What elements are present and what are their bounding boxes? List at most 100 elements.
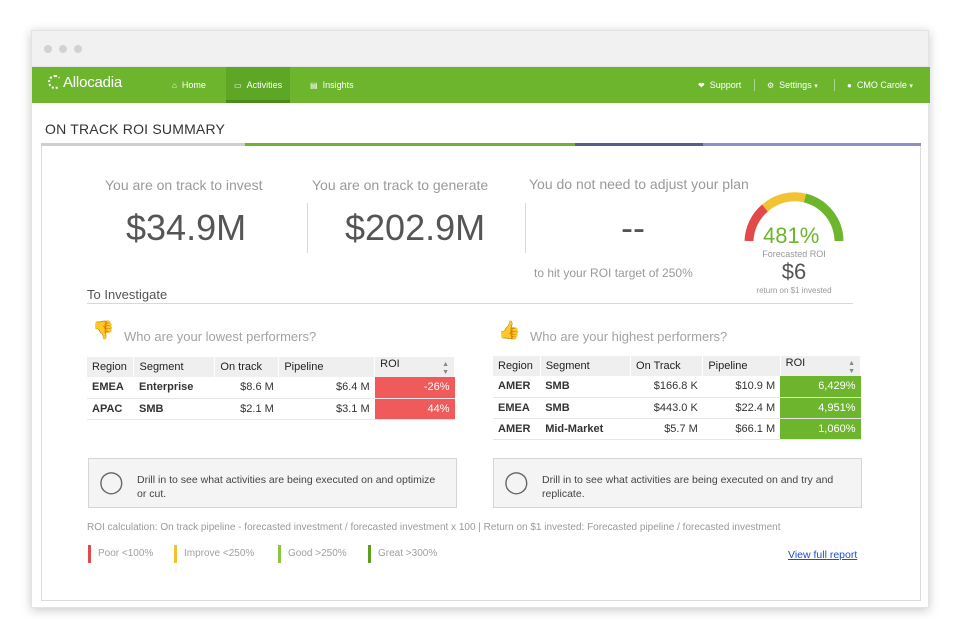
highest-info-box[interactable]: ◯ Drill in to see what activities are be… — [493, 458, 862, 508]
cell-roi: 4,951% — [780, 397, 861, 419]
window-dot — [44, 45, 52, 53]
col-roi[interactable]: ROI ▲ ▼ — [374, 357, 455, 377]
lightbulb-icon: ◯ — [99, 469, 124, 494]
nav-user-menu[interactable]: ● CMO Carole ▾ — [847, 67, 913, 103]
cell-on-track: $443.0 K — [630, 397, 703, 419]
investigate-divider — [87, 303, 853, 304]
col-roi-label: ROI — [380, 357, 400, 370]
table-row[interactable]: APAC SMB $2.1 M $3.1 M 44% — [87, 398, 455, 420]
cell-roi: 6,429% — [780, 376, 861, 398]
cell-on-track: $8.6 M — [214, 377, 279, 399]
legend-poor: Poor <100% — [88, 545, 153, 563]
legend-label: Great >300% — [378, 548, 438, 559]
cell-pipeline: $6.4 M — [278, 377, 375, 399]
heart-icon: ❤ — [698, 81, 705, 90]
col-on-track[interactable]: On Track — [630, 356, 704, 376]
table-header-row: Region Segment On track Pipeline ROI ▲ ▼ — [87, 357, 455, 377]
lightbulb-icon: ◯ — [504, 469, 529, 494]
gauge-return-label: return on $1 invested — [756, 286, 832, 295]
sort-icon[interactable]: ▲ ▼ — [442, 361, 449, 377]
sort-icon[interactable]: ▲ ▼ — [848, 360, 855, 376]
adjust-label: You do not need to adjust your plan — [529, 176, 749, 192]
gauge-return-value: $6 — [781, 259, 807, 284]
nav-home[interactable]: ⌂ Home — [172, 67, 206, 103]
cell-segment: Mid-Market — [540, 418, 631, 440]
nav-insights[interactable]: ▤ Insights — [310, 67, 354, 103]
logo-mark-icon — [48, 75, 62, 89]
legend-great: Great >300% — [368, 545, 437, 563]
cell-pipeline: $66.1 M — [702, 418, 781, 440]
cell-roi: 1,060% — [780, 418, 861, 440]
legend-label: Improve <250% — [184, 548, 255, 559]
cell-region: EMEA — [87, 377, 134, 399]
legend-label: Good >250% — [288, 548, 347, 559]
table-header-row: Region Segment On Track Pipeline ROI ▲ ▼ — [493, 356, 862, 376]
legend-label: Poor <100% — [98, 548, 154, 559]
lowest-heading: Who are your lowest performers? — [124, 329, 317, 344]
generate-value: $202.9M — [345, 207, 486, 248]
monitor-icon: ▭ — [234, 81, 242, 90]
view-full-report-link[interactable]: View full report — [788, 549, 857, 561]
legend-swatch — [88, 545, 91, 563]
legend-improve: Improve <250% — [174, 545, 254, 563]
adjust-value: -- — [621, 207, 645, 248]
col-roi[interactable]: ROI ▲ ▼ — [780, 356, 862, 376]
cell-on-track: $5.7 M — [630, 418, 703, 440]
nav-activities[interactable]: ▭ Activities — [226, 67, 291, 103]
cell-region: AMER — [493, 418, 541, 440]
top-navbar: Allocadia ⌂ Home ▭ Activities ▤ Insights ❤ S… — [32, 67, 930, 103]
col-on-track[interactable]: On track — [214, 357, 280, 377]
cell-segment: SMB — [540, 376, 631, 398]
invest-label: You are on track to invest — [105, 177, 263, 193]
gauge-percent: 481% — [763, 223, 820, 248]
col-segment[interactable]: Segment — [133, 357, 216, 377]
gauge-label: Forecasted ROI — [762, 249, 826, 259]
page-title: ON TRACK ROI SUMMARY — [45, 121, 226, 137]
cell-pipeline: $10.9 M — [702, 376, 781, 398]
col-roi-label: ROI — [785, 356, 806, 369]
highest-info-text: Drill in to see what activities are bein… — [542, 474, 834, 500]
lowest-info-box[interactable]: ◯ Drill in to see what activities are be… — [88, 458, 457, 508]
highest-heading: Who are your highest performers? — [530, 329, 728, 344]
gear-icon: ⚙ — [767, 81, 775, 90]
app-logo[interactable]: Allocadia — [48, 74, 122, 91]
nav-insights-label: Insights — [322, 80, 354, 90]
nav-divider — [834, 79, 835, 91]
investigate-heading: To Investigate — [87, 287, 168, 302]
nav-divider — [754, 79, 755, 91]
cell-region: APAC — [87, 398, 134, 420]
legend-swatch — [278, 545, 281, 563]
nav-settings[interactable]: ⚙ Settings ▾ — [767, 67, 818, 103]
roi-gauge: 481% Forecasted ROI $6 return on $1 inve… — [735, 191, 853, 331]
nav-activities-label: Activities — [246, 80, 283, 90]
chevron-down-icon: ▾ — [814, 83, 818, 90]
window-dot — [74, 45, 82, 53]
col-pipeline[interactable]: Pipeline — [702, 356, 781, 376]
col-segment[interactable]: Segment — [540, 356, 632, 376]
nav-home-label: Home — [181, 80, 206, 90]
legend-swatch — [368, 545, 371, 563]
cell-segment: Enterprise — [133, 377, 215, 399]
browser-window: Allocadia ⌂ Home ▭ Activities ▤ Insights ❤ S… — [31, 30, 930, 608]
cell-pipeline: $22.4 M — [702, 397, 781, 419]
col-pipeline[interactable]: Pipeline — [278, 357, 376, 377]
table-row[interactable]: EMEA Enterprise $8.6 M $6.4 M -26% — [87, 377, 455, 399]
legend-good: Good >250% — [278, 545, 347, 563]
invest-value: $34.9M — [126, 207, 247, 248]
cell-region: EMEA — [493, 397, 541, 419]
cell-region: AMER — [493, 376, 541, 398]
table-row[interactable]: AMER Mid-Market $5.7 M $66.1 M 1,060% — [493, 418, 861, 440]
nav-support[interactable]: ❤ Support — [698, 67, 741, 103]
table-row[interactable]: AMER SMB $166.8 K $10.9 M 6,429% — [493, 376, 861, 398]
cell-roi: 44% — [374, 398, 455, 420]
table-row[interactable]: EMEA SMB $443.0 K $22.4 M 4,951% — [493, 397, 861, 419]
roi-calculation-note: ROI calculation: On track pipeline - for… — [87, 522, 781, 533]
legend-swatch — [174, 545, 177, 563]
generate-label: You are on track to generate — [312, 177, 489, 193]
cell-segment: SMB — [540, 397, 631, 419]
col-region[interactable]: Region — [87, 357, 135, 377]
cell-pipeline: $3.1 M — [278, 398, 375, 420]
nav-support-label: Support — [709, 80, 742, 90]
col-region[interactable]: Region — [493, 356, 541, 376]
nav-settings-label: Settings — [779, 80, 812, 90]
